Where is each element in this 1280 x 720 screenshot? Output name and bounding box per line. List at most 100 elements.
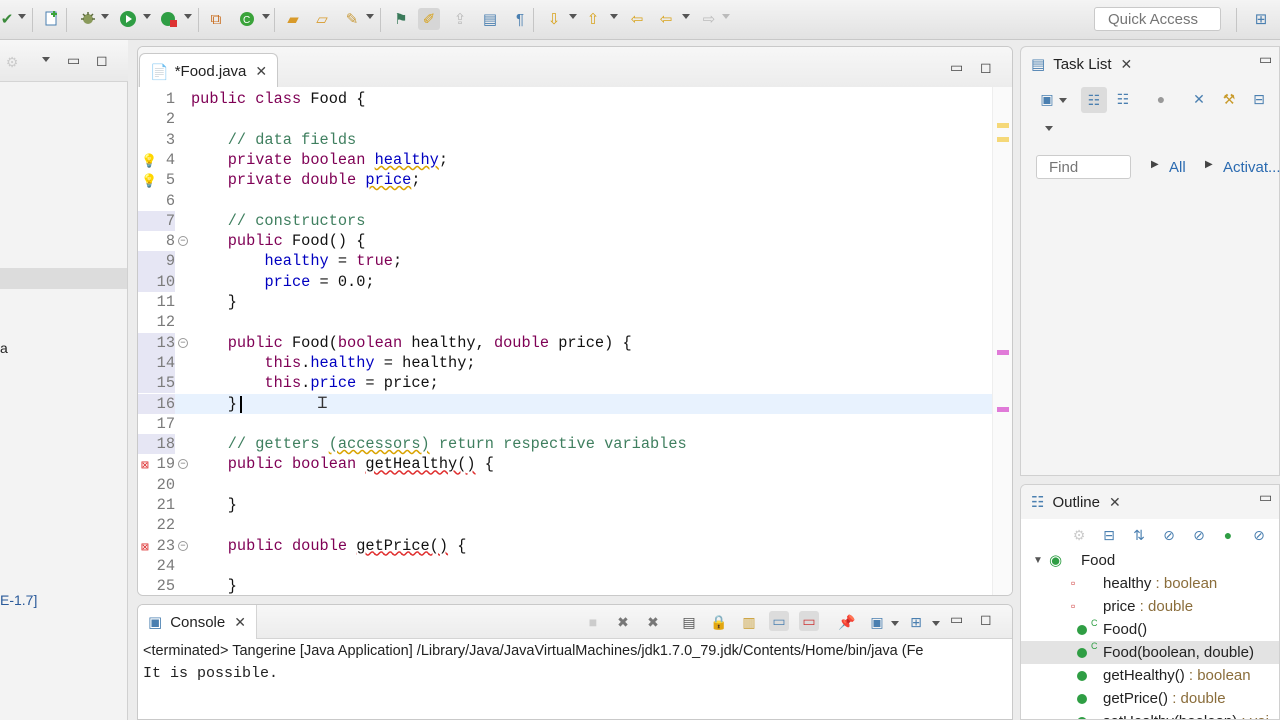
chevron-down-icon[interactable]	[610, 14, 618, 19]
prev-annotation-icon[interactable]: ⇧	[582, 8, 604, 30]
outline-item[interactable]: C Food()	[1021, 618, 1279, 641]
checkmark-icon[interactable]: ✔	[0, 8, 18, 30]
chevron-down-icon[interactable]	[143, 14, 151, 19]
open-console-icon[interactable]: ⊞	[906, 612, 926, 632]
filter-icon[interactable]: ●	[1151, 89, 1171, 109]
show-stderr-icon[interactable]: ▭	[799, 611, 819, 631]
minimize-icon[interactable]: ▭	[1259, 489, 1272, 506]
maximize-icon[interactable]: ◻	[980, 59, 992, 76]
code-line[interactable]: 2	[138, 109, 992, 129]
link-editor-icon[interactable]: ⚙	[2, 52, 22, 72]
code-line[interactable]: 7 // constructors	[138, 210, 992, 232]
close-icon[interactable]: ✕	[1109, 494, 1121, 511]
tab-outline[interactable]: ☷ Outline ✕	[1021, 485, 1279, 519]
scheduled-icon[interactable]: ☷	[1113, 89, 1133, 109]
fold-icon[interactable]: −	[178, 337, 188, 348]
warning-icon[interactable]: 💡	[141, 152, 157, 169]
debug-icon[interactable]	[77, 8, 99, 30]
hide-fields-icon[interactable]: ⊘	[1159, 525, 1179, 545]
minimize-icon[interactable]: ▭	[950, 59, 963, 76]
minimize-icon[interactable]: ▭	[67, 52, 80, 69]
code-line[interactable]: 3 // data fields	[138, 130, 992, 150]
tab-food-java[interactable]: 📄 *Food.java ✕	[139, 53, 279, 89]
warning-marker[interactable]	[997, 137, 1009, 142]
external-tools-icon[interactable]	[158, 8, 180, 30]
fold-icon[interactable]: −	[178, 540, 188, 551]
close-icon[interactable]: ✕	[234, 614, 246, 631]
find-input[interactable]	[1036, 155, 1131, 179]
tree-item-text[interactable]: a	[0, 340, 8, 356]
scroll-lock-icon[interactable]: 🔒	[709, 612, 729, 632]
remove-all-icon[interactable]: ✖	[643, 612, 663, 632]
fold-icon[interactable]: −	[178, 236, 188, 247]
selected-tree-row[interactable]	[0, 268, 127, 289]
console-output[interactable]: <terminated> Tangerine [Java Application…	[138, 639, 1012, 719]
chevron-down-icon[interactable]	[184, 14, 192, 19]
hide-local-types-icon[interactable]: ⊘	[1249, 525, 1269, 545]
code-line[interactable]: 4 private boolean healthy; 💡	[138, 150, 992, 170]
outline-item[interactable]: ▫ price : double	[1021, 595, 1279, 618]
new-task-icon[interactable]: ▣	[1037, 89, 1057, 109]
code-editor[interactable]: 1 public class Food {2 3 // data fields 4 p…	[138, 87, 1012, 595]
code-line[interactable]: 15 this.price = price;	[138, 373, 992, 394]
code-line[interactable]: 16 }	[138, 393, 992, 414]
code-line[interactable]: 18 // getters (accessors) return respect…	[138, 434, 992, 455]
last-edit-icon[interactable]: ⇦	[626, 8, 648, 30]
hide-static-icon[interactable]: ⊘	[1189, 525, 1209, 545]
word-wrap-icon[interactable]: ▥	[739, 612, 759, 632]
code-line[interactable]: 14 this.healthy = healthy;	[138, 352, 992, 374]
chevron-down-icon[interactable]	[366, 14, 374, 19]
outline-item[interactable]: ▫ healthy : boolean	[1021, 572, 1279, 595]
overview-ruler[interactable]	[992, 87, 1012, 595]
warning-marker[interactable]	[997, 123, 1009, 128]
open-folder-icon[interactable]: ▱	[311, 8, 333, 30]
tab-task-list[interactable]: ▤ Task List ✕	[1021, 47, 1142, 81]
code-line[interactable]: 12	[138, 312, 992, 332]
chevron-down-icon[interactable]	[262, 14, 270, 19]
pin-console-icon[interactable]: 📌	[837, 612, 857, 632]
show-stdout-icon[interactable]: ▭	[769, 611, 789, 631]
code-line[interactable]: 11 }	[138, 292, 992, 312]
code-line[interactable]: 20	[138, 475, 992, 495]
whitespace-icon[interactable]: ¶	[509, 8, 531, 30]
hide-nonpublic-icon[interactable]: ●	[1218, 525, 1238, 545]
open-type-icon[interactable]: ▰	[282, 8, 304, 30]
clear-console-icon[interactable]: ▤	[679, 612, 699, 632]
collapse-all-icon[interactable]: ⊟	[1099, 525, 1119, 545]
back-icon[interactable]: ⇦	[655, 8, 677, 30]
all-link[interactable]: All	[1169, 159, 1186, 176]
annotation-icon[interactable]: ⚑	[390, 8, 412, 30]
remove-launch-icon[interactable]: ✖	[613, 612, 633, 632]
outline-item[interactable]: getHealthy() : boolean	[1021, 664, 1279, 687]
code-line[interactable]: 8 public Food() {−	[138, 231, 992, 251]
error-icon[interactable]: ⊠	[141, 456, 157, 473]
chevron-down-icon[interactable]	[891, 621, 899, 626]
code-line[interactable]: 6	[138, 191, 992, 211]
categorized-icon[interactable]: ☷	[1081, 87, 1107, 113]
hide-completed-icon[interactable]: ✕	[1189, 89, 1209, 109]
focus-icon[interactable]: ⚒	[1219, 89, 1239, 109]
maximize-icon[interactable]: ◻	[96, 52, 108, 69]
quick-access-input[interactable]	[1094, 7, 1221, 31]
expand-icon[interactable]: ▼	[1033, 549, 1043, 572]
view-menu-icon[interactable]	[1045, 126, 1053, 131]
error-icon[interactable]: ⊠	[141, 538, 157, 555]
chevron-down-icon[interactable]	[101, 14, 109, 19]
code-line[interactable]: 24	[138, 556, 992, 576]
outline-item[interactable]: C Food(boolean, double)	[1021, 641, 1279, 664]
run-icon[interactable]	[117, 8, 139, 30]
outline-item[interactable]: getPrice() : double	[1021, 687, 1279, 710]
next-annotation-icon[interactable]: ⇩	[543, 8, 565, 30]
code-line[interactable]: 25 }	[138, 576, 992, 595]
code-line[interactable]: 22	[138, 515, 992, 535]
outline-class-food[interactable]: ▼ ◉ Food	[1021, 549, 1279, 572]
error-marker[interactable]	[997, 407, 1009, 412]
code-line[interactable]: 13 public Food(boolean healthy, double p…	[138, 332, 992, 353]
activate-link[interactable]: Activat...	[1223, 159, 1280, 176]
new-file-icon[interactable]	[40, 8, 62, 30]
code-line[interactable]: 19 public boolean getHealthy() {− ⊠	[138, 454, 992, 474]
block-selection-icon[interactable]: ▤	[479, 8, 501, 30]
tab-console[interactable]: ▣ Console ✕	[138, 605, 257, 639]
new-class-icon[interactable]: C	[236, 8, 258, 30]
highlight-icon[interactable]: ✐	[418, 8, 440, 30]
